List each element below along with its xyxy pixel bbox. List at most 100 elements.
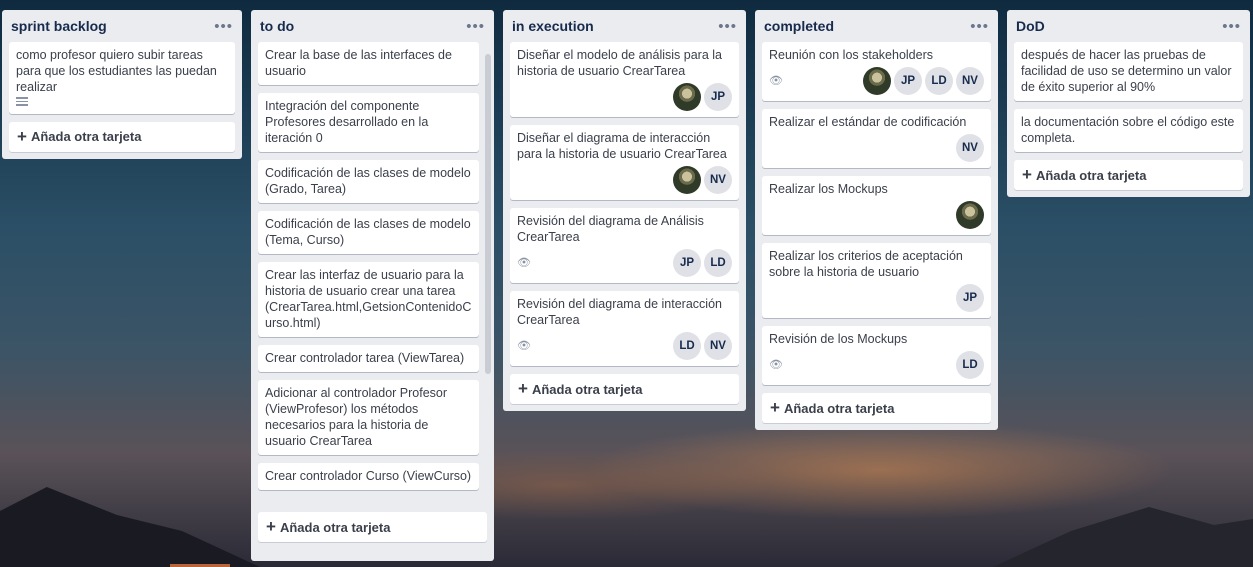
card[interactable]: Diseñar el modelo de análisis para la hi… bbox=[510, 42, 739, 117]
card-title: después de hacer las pruebas de facilida… bbox=[1021, 48, 1232, 94]
list-header: sprint backlog ••• bbox=[9, 10, 235, 42]
member-avatar[interactable]: NV bbox=[704, 332, 732, 360]
watch-eye-icon: 👁 bbox=[517, 256, 531, 269]
list-sprint-backlog: sprint backlog ••• como profesor quiero … bbox=[2, 10, 242, 159]
member-avatar[interactable]: LD bbox=[673, 332, 701, 360]
card-members: JP LD bbox=[673, 249, 732, 277]
list-header: DoD ••• bbox=[1014, 10, 1243, 42]
card-footer: 👁 JP LD NV bbox=[769, 67, 984, 95]
list-title[interactable]: completed bbox=[764, 18, 834, 34]
member-avatar[interactable]: LD bbox=[956, 351, 984, 379]
card-members: NV bbox=[956, 134, 984, 162]
card-list: Reunión con los stakeholders 👁 JP LD NV … bbox=[762, 42, 991, 385]
add-card-button[interactable]: + Añada otra tarjeta bbox=[762, 393, 991, 423]
card[interactable]: Integración del componente Profesores de… bbox=[258, 93, 479, 152]
list-header: to do ••• bbox=[258, 10, 487, 42]
card[interactable]: Codificación de las clases de modelo (Te… bbox=[258, 211, 479, 254]
list-menu-icon[interactable]: ••• bbox=[214, 19, 233, 34]
card[interactable]: Crear controlador tarea (ViewTarea) bbox=[258, 345, 479, 372]
card-members bbox=[956, 201, 984, 229]
list-menu-icon[interactable]: ••• bbox=[1222, 19, 1241, 34]
card-title: Adicionar al controlador Profesor (ViewP… bbox=[265, 386, 448, 448]
background-mountain-left bbox=[0, 487, 260, 567]
card[interactable]: Realizar los criterios de aceptación sob… bbox=[762, 243, 991, 318]
member-avatar[interactable] bbox=[863, 67, 891, 95]
card[interactable]: Reunión con los stakeholders 👁 JP LD NV bbox=[762, 42, 991, 101]
member-avatar[interactable]: JP bbox=[956, 284, 984, 312]
member-avatar[interactable]: LD bbox=[704, 249, 732, 277]
card-footer: 👁 LD bbox=[769, 351, 984, 379]
card-title: Codificación de las clases de modelo (Te… bbox=[265, 217, 471, 247]
add-card-button[interactable]: + Añada otra tarjeta bbox=[510, 374, 739, 404]
card-members: JP bbox=[956, 284, 984, 312]
add-card-button[interactable]: + Añada otra tarjeta bbox=[9, 121, 235, 152]
card[interactable]: Diseñar el diagrama de interacción para … bbox=[510, 125, 739, 200]
member-avatar[interactable]: LD bbox=[925, 67, 953, 95]
card-title: Codificación de las clases de modelo (Gr… bbox=[265, 166, 471, 196]
card-title: Crear controlador tarea (ViewTarea) bbox=[265, 351, 465, 365]
add-card-button[interactable]: + Añada otra tarjeta bbox=[1014, 160, 1243, 190]
card[interactable]: Crear las interfaz de usuario para la hi… bbox=[258, 262, 479, 337]
background-mountain-right bbox=[993, 507, 1253, 567]
card[interactable]: Crear controlador Curso (ViewCurso) bbox=[258, 463, 479, 490]
card[interactable]: Revisión del diagrama de interacción Cre… bbox=[510, 291, 739, 366]
card-footer: JP bbox=[769, 284, 984, 312]
list-title[interactable]: DoD bbox=[1016, 18, 1045, 34]
card-list: Crear la base de las interfaces de usuar… bbox=[258, 42, 479, 490]
card-scroll-area[interactable]: Crear la base de las interfaces de usuar… bbox=[258, 42, 487, 504]
card[interactable]: Codificación de las clases de modelo (Gr… bbox=[258, 160, 479, 203]
member-avatar[interactable] bbox=[673, 83, 701, 111]
list-header: completed ••• bbox=[762, 10, 991, 42]
card-members: NV bbox=[673, 166, 732, 194]
card-footer: JP bbox=[517, 83, 732, 111]
list-header: in execution ••• bbox=[510, 10, 739, 42]
card-title: Realizar los criterios de aceptación sob… bbox=[769, 249, 963, 279]
scrollbar[interactable] bbox=[485, 54, 491, 374]
member-avatar[interactable] bbox=[956, 201, 984, 229]
add-card-label: Añada otra tarjeta bbox=[279, 519, 391, 535]
list-title[interactable]: sprint backlog bbox=[11, 18, 107, 34]
list-in-execution: in execution ••• Diseñar el modelo de an… bbox=[503, 10, 746, 411]
list-title[interactable]: to do bbox=[260, 18, 294, 34]
add-card-label: Añada otra tarjeta bbox=[1035, 167, 1147, 183]
card-title: Crear la base de las interfaces de usuar… bbox=[265, 48, 452, 78]
card-title: Reunión con los stakeholders bbox=[769, 48, 933, 62]
card[interactable]: como profesor quiero subir tareas para q… bbox=[9, 42, 235, 114]
list-menu-icon[interactable]: ••• bbox=[466, 19, 485, 34]
watch-eye-icon: 👁 bbox=[517, 339, 531, 352]
list-dod: DoD ••• después de hacer las pruebas de … bbox=[1007, 10, 1250, 197]
member-avatar[interactable]: JP bbox=[704, 83, 732, 111]
card[interactable]: Crear la base de las interfaces de usuar… bbox=[258, 42, 479, 85]
card-members: LD bbox=[956, 351, 984, 379]
card[interactable]: Adicionar al controlador Profesor (ViewP… bbox=[258, 380, 479, 455]
card-title: Crear las interfaz de usuario para la hi… bbox=[265, 268, 472, 330]
member-avatar[interactable]: NV bbox=[704, 166, 732, 194]
card[interactable]: Revisión de los Mockups 👁 LD bbox=[762, 326, 991, 385]
member-avatar[interactable]: NV bbox=[956, 134, 984, 162]
card-title: como profesor quiero subir tareas para q… bbox=[16, 48, 217, 94]
card[interactable]: Realizar el estándar de codificación NV bbox=[762, 109, 991, 168]
plus-icon: + bbox=[266, 517, 276, 536]
list-menu-icon[interactable]: ••• bbox=[718, 19, 737, 34]
card-footer: 👁 LD NV bbox=[517, 332, 732, 360]
list-title[interactable]: in execution bbox=[512, 18, 594, 34]
member-avatar[interactable]: JP bbox=[673, 249, 701, 277]
card-title: Realizar los Mockups bbox=[769, 182, 888, 196]
card[interactable]: Revisión del diagrama de Análisis CrearT… bbox=[510, 208, 739, 283]
card[interactable]: la documentación sobre el código este co… bbox=[1014, 109, 1243, 152]
add-card-button[interactable]: + Añada otra tarjeta bbox=[258, 512, 487, 542]
card-title: Realizar el estándar de codificación bbox=[769, 115, 967, 129]
card-title: Revisión de los Mockups bbox=[769, 332, 908, 346]
card-title: Revisión del diagrama de Análisis CrearT… bbox=[517, 214, 704, 244]
member-avatar[interactable] bbox=[673, 166, 701, 194]
list-menu-icon[interactable]: ••• bbox=[970, 19, 989, 34]
card[interactable]: Realizar los Mockups bbox=[762, 176, 991, 235]
card[interactable]: después de hacer las pruebas de facilida… bbox=[1014, 42, 1243, 101]
member-avatar[interactable]: NV bbox=[956, 67, 984, 95]
plus-icon: + bbox=[770, 398, 780, 417]
card-footer: 👁 JP LD bbox=[517, 249, 732, 277]
card-footer bbox=[769, 201, 984, 229]
member-avatar[interactable]: JP bbox=[894, 67, 922, 95]
card-members: JP LD NV bbox=[863, 67, 984, 95]
plus-icon: + bbox=[17, 126, 27, 146]
